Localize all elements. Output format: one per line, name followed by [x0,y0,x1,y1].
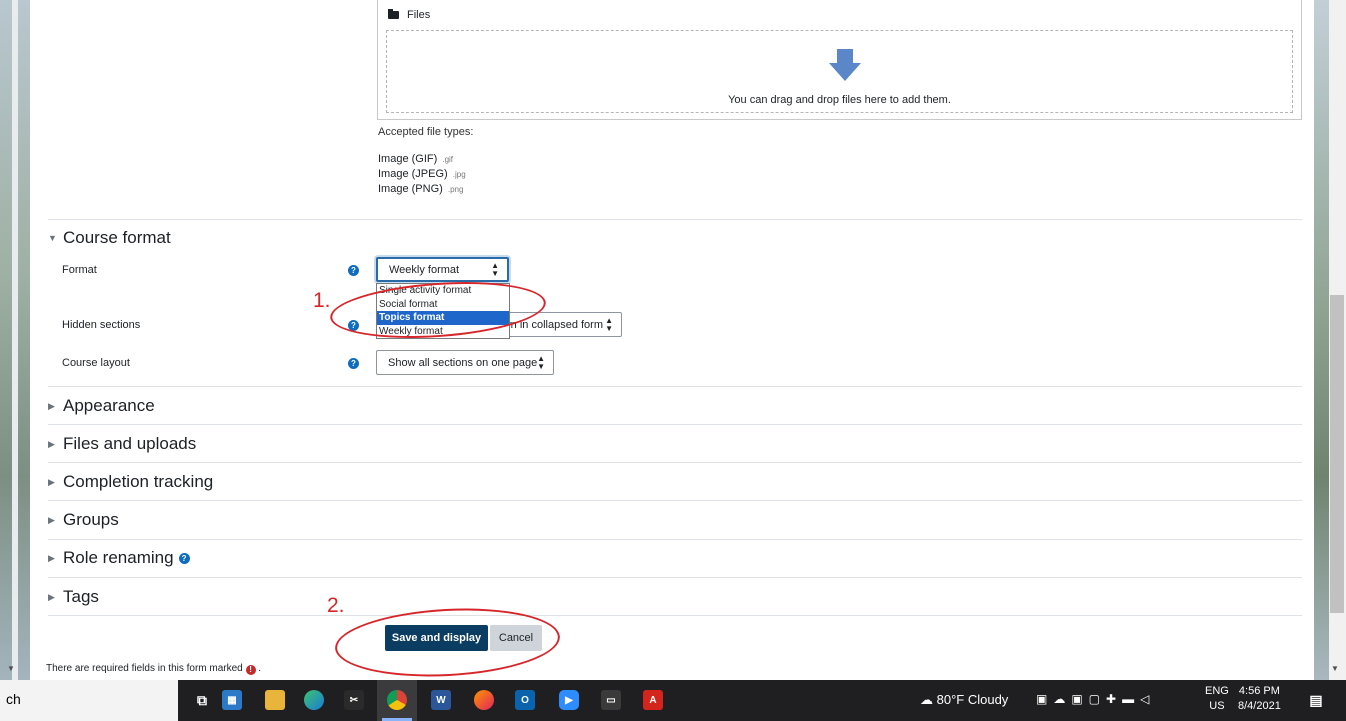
chrome-icon[interactable] [387,690,407,710]
format-select[interactable]: Weekly format ▲ ▼ [376,257,509,282]
section-divider [48,462,1302,463]
file-picker-title: Files [407,9,431,21]
section-files-uploads[interactable]: ▶ Files and uploads [48,434,196,454]
file-explorer-icon[interactable] [265,690,285,710]
annotation-step-one: 1. [313,289,331,312]
notifications-icon[interactable]: ▤ [1306,690,1326,710]
section-divider [48,424,1302,425]
control-panel-icon[interactable]: ▦ [222,690,242,710]
file-picker-header: Files [388,9,430,21]
help-icon[interactable]: ? [348,265,359,276]
word-icon[interactable]: W [431,690,451,710]
accepted-types-list: Image (GIF) .gif Image (JPEG) .jpg Image… [378,152,466,197]
drop-zone-text: You can drag and drop files here to add … [728,94,951,106]
caret-down-icon: ▼ [48,233,57,243]
window-edge [12,0,18,680]
edge-browser-icon[interactable] [304,690,324,710]
section-groups[interactable]: ▶ Groups [48,510,119,530]
section-divider [48,386,1302,387]
section-appearance[interactable]: ▶ Appearance [48,396,155,416]
zoom-icon[interactable]: ▶ [559,690,579,710]
task-view-icon[interactable]: ⧉ [192,690,212,710]
scrollbar-thumb[interactable] [1330,295,1344,613]
weather-widget[interactable]: ☁ 80°F Cloudy [920,692,1008,708]
caret-right-icon: ▶ [48,476,55,487]
select-arrows-icon: ▲ ▼ [491,260,499,278]
section-tags[interactable]: ▶ Tags [48,587,99,607]
section-divider [48,615,1302,616]
file-type-item: Image (PNG) .png [378,183,464,195]
taskbar-clock[interactable]: 4:56 PM 8/4/2021 [1238,684,1281,714]
section-divider [48,577,1302,578]
file-picker: Files You can drag and drop files here t… [377,0,1302,120]
cloud-icon: ☁ [920,692,933,707]
scroll-down-arrow-icon[interactable]: ▼ [1331,664,1339,673]
help-icon[interactable]: ? [178,552,190,564]
file-type-item: Image (JPEG) .jpg [378,168,466,180]
help-icon[interactable]: ? [348,358,359,369]
section-divider [48,500,1302,501]
desktop-wallpaper-left [0,0,30,680]
file-type-item: Image (GIF) .gif [378,153,454,165]
windows-taskbar: ch ⧉ ▦ ✂ W O ▶ ▭ A ☁ 80°F Cloudy ▣☁▣▢✚▬◁… [0,680,1346,721]
select-arrows-icon: ▲ ▼ [537,353,545,371]
course-settings-page: Files You can drag and drop files here t… [30,0,1314,680]
caret-right-icon: ▶ [48,552,55,563]
caret-right-icon: ▶ [48,591,55,602]
taskbar-search-box[interactable]: ch [0,680,178,721]
section-role-renaming[interactable]: ▶ Role renaming ? [48,548,190,568]
accepted-types-label: Accepted file types: [378,126,474,138]
course-layout-select[interactable]: Show all sections on one page ▲ ▼ [376,350,554,375]
acrobat-icon[interactable]: A [643,690,663,710]
section-completion-tracking[interactable]: ▶ Completion tracking [48,472,213,492]
file-drop-zone[interactable]: You can drag and drop files here to add … [386,30,1293,113]
caret-right-icon: ▶ [48,514,55,525]
scanner-icon[interactable]: ▭ [601,690,621,710]
firefox-icon[interactable] [474,690,494,710]
snipping-tool-icon[interactable]: ✂ [344,690,364,710]
annotation-step-two: 2. [327,594,345,617]
scroll-left-arrow-icon[interactable]: ▼ [7,664,15,673]
format-label: Format [62,264,97,276]
language-indicator[interactable]: ENG US [1205,684,1229,714]
download-arrow-icon [829,49,861,81]
section-divider [48,219,1302,220]
course-layout-label: Course layout [62,357,130,369]
section-divider [48,539,1302,540]
caret-right-icon: ▶ [48,400,55,411]
caret-right-icon: ▶ [48,438,55,449]
select-arrows-icon: ▲ ▼ [605,315,613,333]
section-course-format[interactable]: ▼ Course format [48,228,171,248]
required-fields-note: There are required fields in this form m… [46,663,262,675]
required-icon: ! [245,664,256,675]
outlook-icon[interactable]: O [515,690,535,710]
folder-icon [388,9,399,19]
hidden-sections-label: Hidden sections [62,319,141,331]
system-tray-icons[interactable]: ▣☁▣▢✚▬◁ [1036,692,1155,706]
